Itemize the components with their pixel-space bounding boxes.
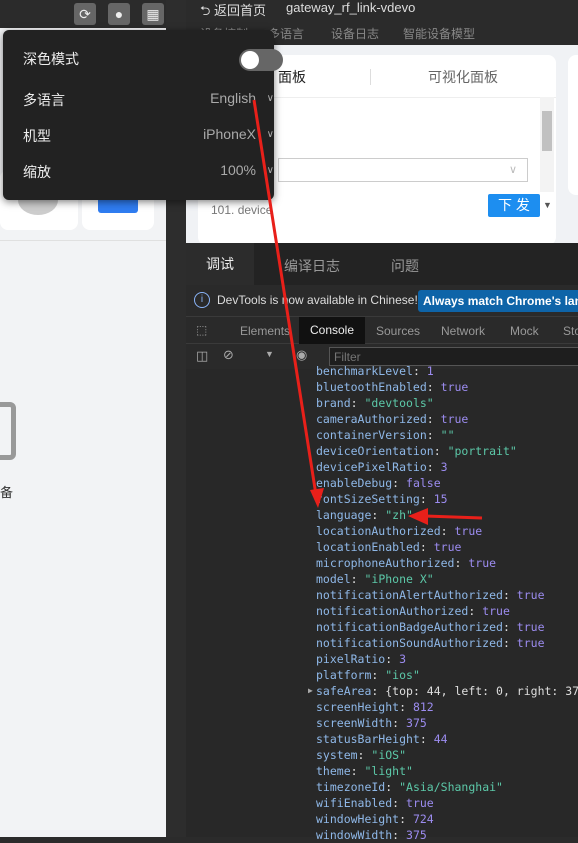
annotation-arrowhead: [408, 508, 428, 525]
annotation-arrows: [252, 99, 483, 525]
annotation-arrow-line: [424, 514, 483, 520]
annotation-arrowhead: [310, 488, 324, 508]
annotation-arrow-line: [252, 99, 318, 496]
